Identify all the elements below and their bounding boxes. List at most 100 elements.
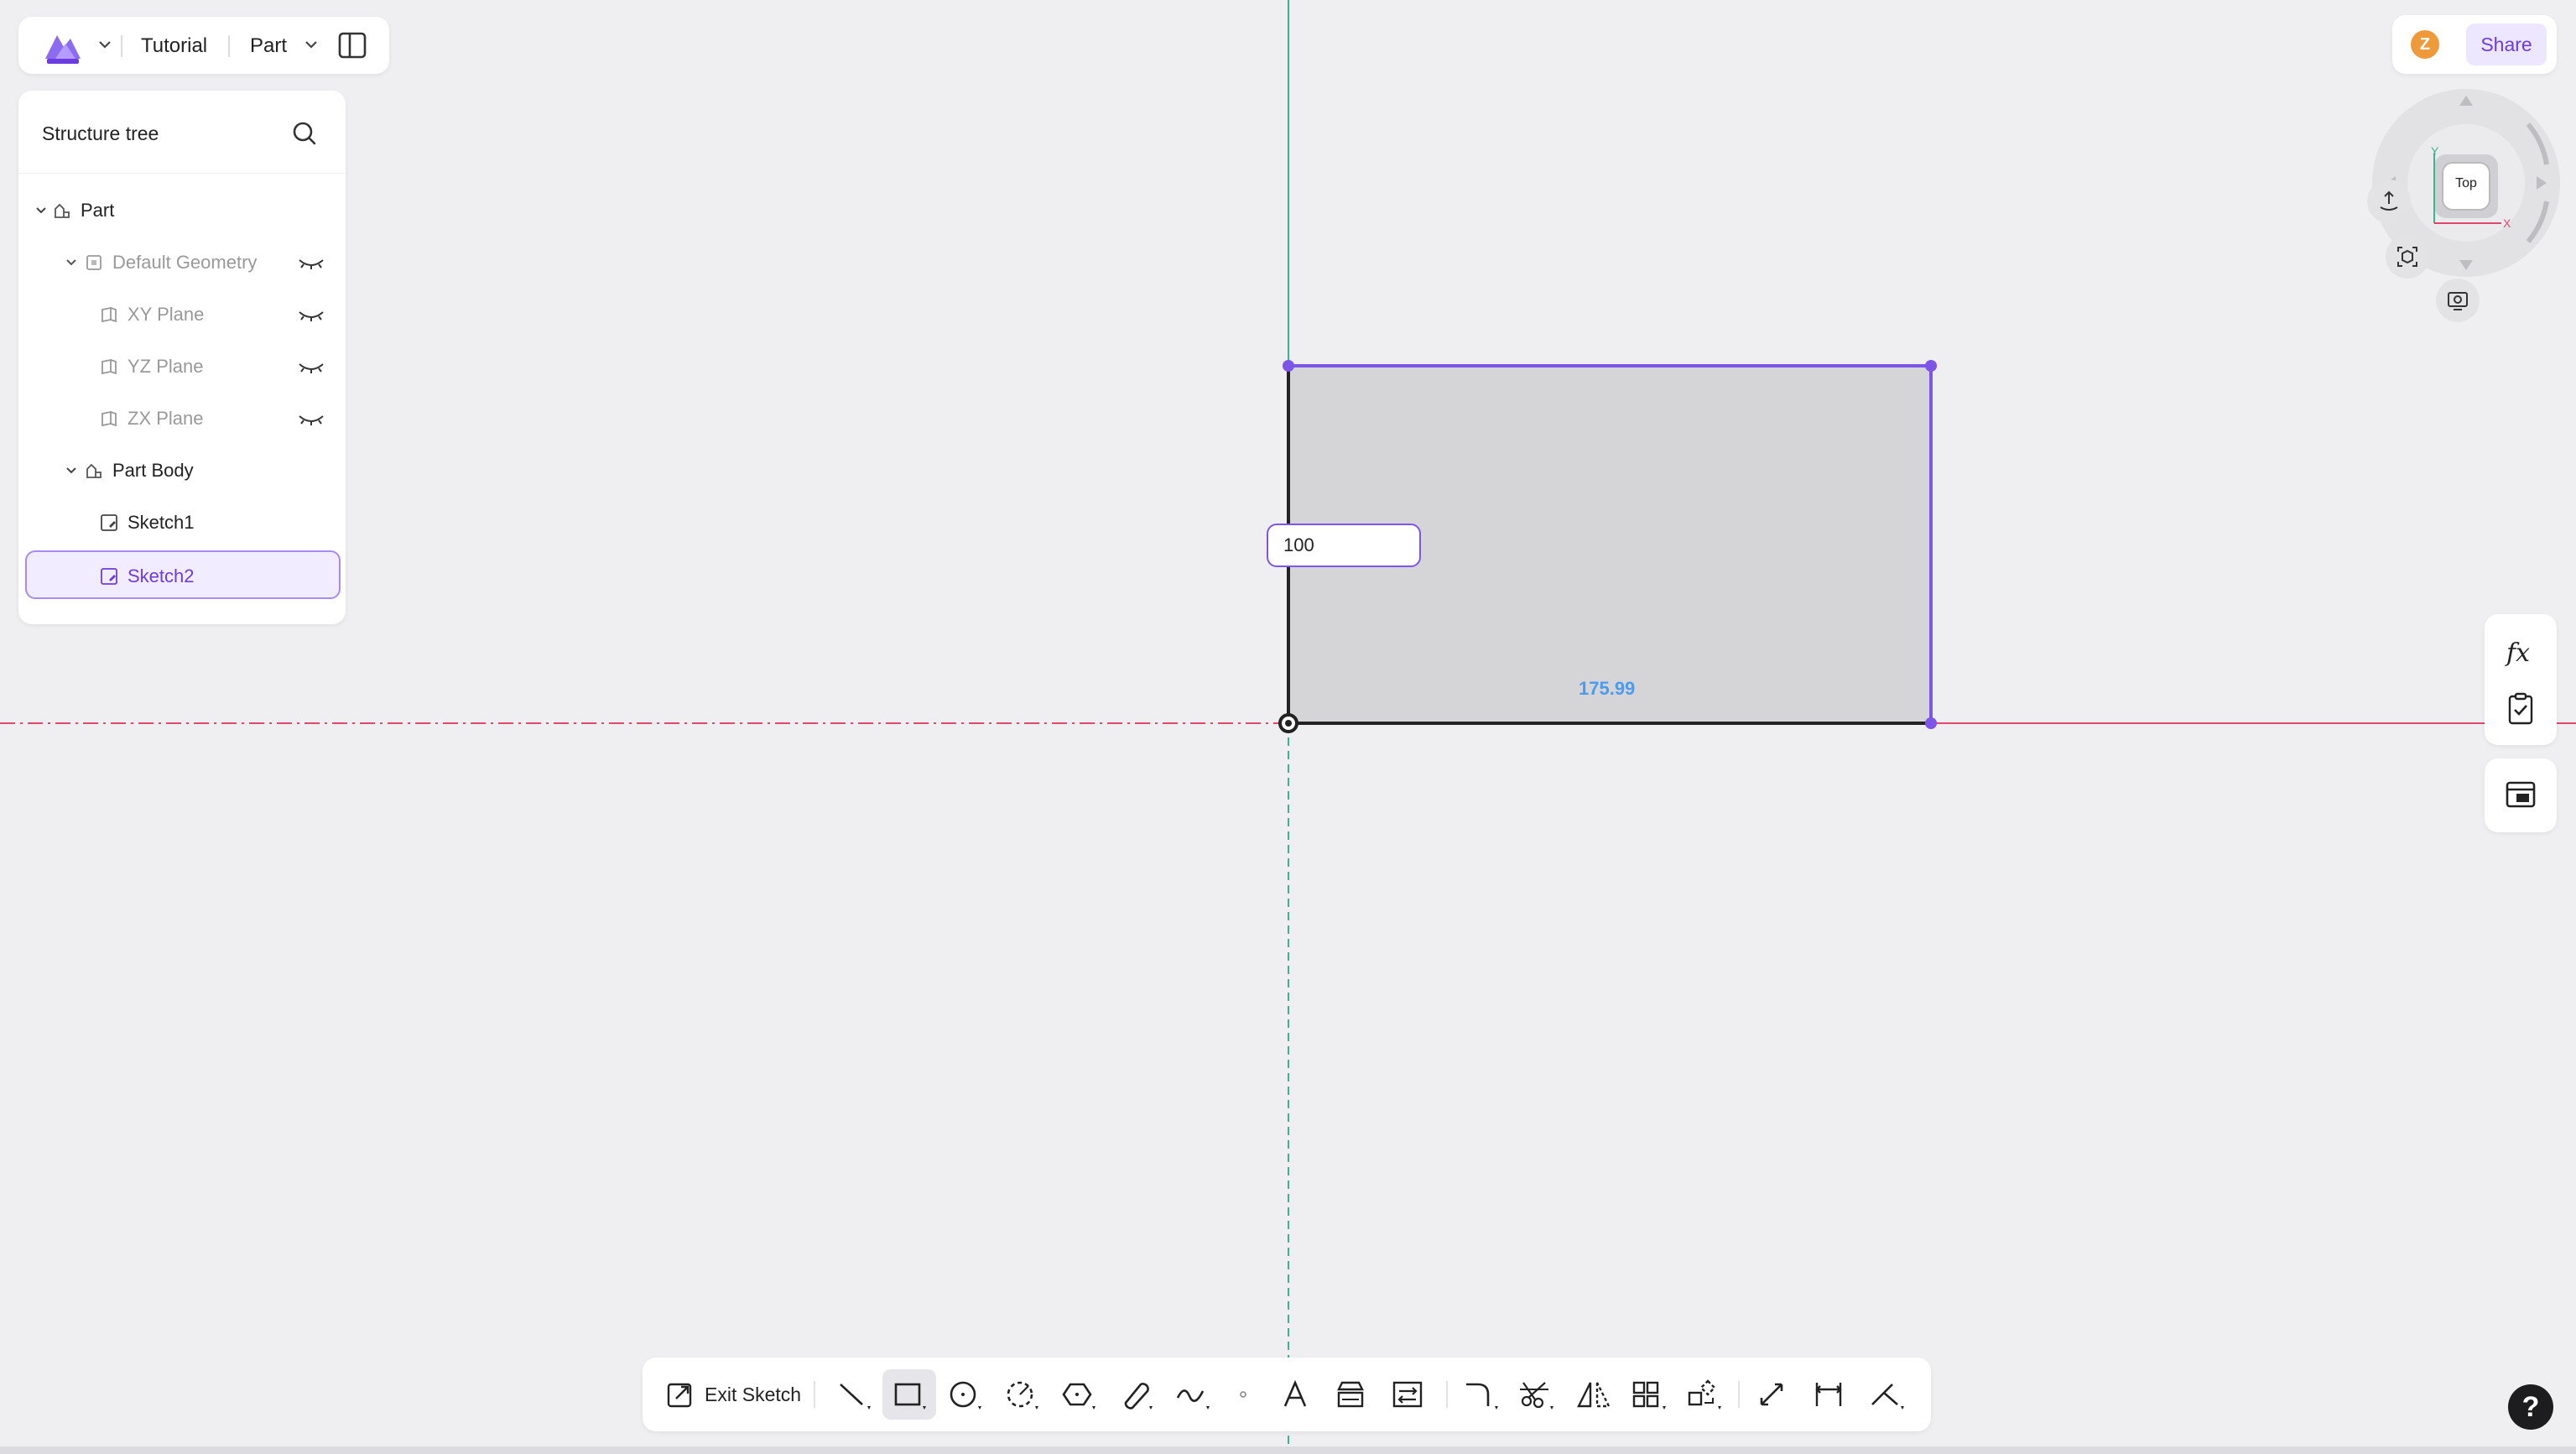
mirror-tool[interactable] — [1567, 1369, 1621, 1420]
help-button[interactable]: ? — [2508, 1384, 2553, 1430]
rect-corner-top-left — [1283, 360, 1294, 372]
transform-tool[interactable] — [1678, 1369, 1731, 1420]
arc-icon — [1007, 1381, 1038, 1410]
fit-view-button[interactable] — [2386, 235, 2429, 279]
chevron-down-icon[interactable] — [96, 35, 114, 54]
camera-view-button[interactable] — [2436, 279, 2480, 322]
plane-icon — [101, 410, 117, 427]
offset-icon — [1392, 1381, 1423, 1408]
sketch-viewport[interactable] — [0, 0, 2576, 1454]
hidden-eye-icon[interactable] — [297, 305, 325, 324]
tree-item-label: Default Geometry — [112, 252, 258, 273]
share-button[interactable]: Share — [2466, 23, 2547, 65]
rectangle-icon — [894, 1383, 926, 1410]
circle-icon — [950, 1381, 981, 1410]
rect-corner-top-right — [1925, 360, 1937, 372]
slot-icon — [1124, 1383, 1153, 1410]
structure-tree-panel: Structure tree Part Default Geometry XY … — [18, 91, 346, 624]
hidden-eye-icon[interactable] — [297, 253, 325, 272]
polygon-icon — [1062, 1383, 1095, 1410]
tree-item-sketch2[interactable]: Sketch2 — [25, 550, 341, 599]
exit-sketch-button[interactable]: Exit Sketch — [666, 1379, 801, 1410]
structure-tree-title: Structure tree — [42, 122, 159, 144]
formula-fx-icon[interactable]: fx — [2503, 634, 2538, 670]
right-tool-dock-2 — [2485, 758, 2557, 832]
tree-item-label: ZX Plane — [127, 408, 204, 429]
fit-view-icon — [2397, 247, 2417, 267]
slot-tool[interactable] — [1109, 1369, 1163, 1420]
plane-icon — [101, 358, 117, 375]
bottom-status-strip — [0, 1446, 2576, 1454]
text-icon — [1283, 1379, 1307, 1407]
pattern-tool[interactable] — [1622, 1369, 1676, 1420]
width-dimension-label[interactable]: 175.99 — [1579, 678, 1635, 700]
tree-item-zx-plane[interactable]: ZX Plane — [25, 394, 341, 443]
trim-tool[interactable] — [1510, 1369, 1564, 1420]
viewcube-face-top[interactable]: Top — [2443, 176, 2490, 191]
table-view-icon[interactable] — [2503, 777, 2538, 812]
chevron-down-icon[interactable] — [64, 463, 79, 478]
polygon-tool[interactable] — [1052, 1369, 1106, 1420]
chevron-down-icon[interactable] — [302, 35, 320, 54]
tree-item-label: YZ Plane — [127, 356, 204, 377]
project-tool[interactable] — [1325, 1369, 1379, 1420]
offset-tool[interactable] — [1382, 1369, 1436, 1420]
top-app-bar: Tutorial Part — [18, 17, 389, 74]
tree-divider — [18, 173, 346, 174]
panel-toggle-icon[interactable] — [337, 30, 367, 60]
checklist-icon[interactable] — [2503, 691, 2538, 727]
home-view-button[interactable] — [2367, 180, 2411, 223]
constraint-tool[interactable] — [1860, 1369, 1914, 1420]
rectangle-tool[interactable] — [882, 1369, 936, 1420]
fillet-icon — [1466, 1383, 1498, 1410]
geometry-folder-icon — [86, 255, 101, 270]
fillet-tool[interactable] — [1455, 1369, 1508, 1420]
tree-item-part-body[interactable]: Part Body — [25, 446, 341, 495]
transform-icon — [1688, 1379, 1721, 1410]
dimension-tool[interactable] — [1803, 1369, 1857, 1420]
axis-y-label: Y — [2431, 144, 2439, 158]
project-icon — [1337, 1381, 1364, 1408]
toolbar-separator — [1738, 1381, 1740, 1408]
pattern-icon — [1632, 1381, 1666, 1410]
text-tool[interactable] — [1270, 1369, 1324, 1420]
document-title[interactable]: Tutorial — [141, 34, 207, 59]
tree-item-label: Sketch1 — [127, 512, 195, 533]
mirror-icon — [1577, 1382, 1611, 1408]
tree-item-default-geometry[interactable]: Default Geometry — [25, 238, 341, 287]
point-tool[interactable] — [1221, 1369, 1275, 1420]
app-logo-icon[interactable] — [40, 29, 86, 65]
topbar-separator — [121, 35, 122, 57]
constraint-icon — [1871, 1384, 1904, 1410]
tree-item-label: XY Plane — [127, 304, 205, 325]
tree-item-xy-plane[interactable]: XY Plane — [25, 290, 341, 339]
body-icon — [86, 463, 101, 478]
sketch-canvas[interactable] — [0, 0, 2576, 1454]
arc-tool[interactable] — [995, 1369, 1049, 1420]
search-icon[interactable] — [290, 119, 319, 148]
part-icon — [55, 203, 70, 218]
circle-tool[interactable] — [938, 1369, 991, 1420]
mode-selector[interactable]: Part — [250, 34, 287, 59]
user-avatar[interactable]: Z — [2411, 30, 2439, 59]
chevron-down-icon[interactable] — [34, 203, 49, 218]
hidden-eye-icon[interactable] — [297, 357, 325, 376]
right-tool-dock: fx — [2485, 614, 2557, 745]
chevron-down-icon[interactable] — [64, 255, 79, 270]
axis-x-label: X — [2503, 216, 2511, 230]
extend-icon — [1760, 1383, 1783, 1406]
hidden-eye-icon[interactable] — [297, 409, 325, 428]
topbar-separator — [228, 35, 230, 57]
tree-item-sketch1[interactable]: Sketch1 — [25, 498, 341, 547]
rect-corner-bottom-right — [1925, 717, 1937, 729]
tree-item-part[interactable]: Part — [25, 186, 341, 235]
dimension-input[interactable] — [1267, 524, 1421, 567]
line-tool[interactable] — [827, 1369, 881, 1420]
tree-item-yz-plane[interactable]: YZ Plane — [25, 342, 341, 391]
tree-item-label: Sketch2 — [127, 565, 195, 586]
share-bar: Z Share — [2392, 15, 2557, 74]
extend-tool[interactable] — [1746, 1369, 1800, 1420]
line-icon — [840, 1384, 871, 1410]
spline-tool[interactable] — [1166, 1369, 1220, 1420]
toolbar-separator — [1446, 1381, 1448, 1408]
